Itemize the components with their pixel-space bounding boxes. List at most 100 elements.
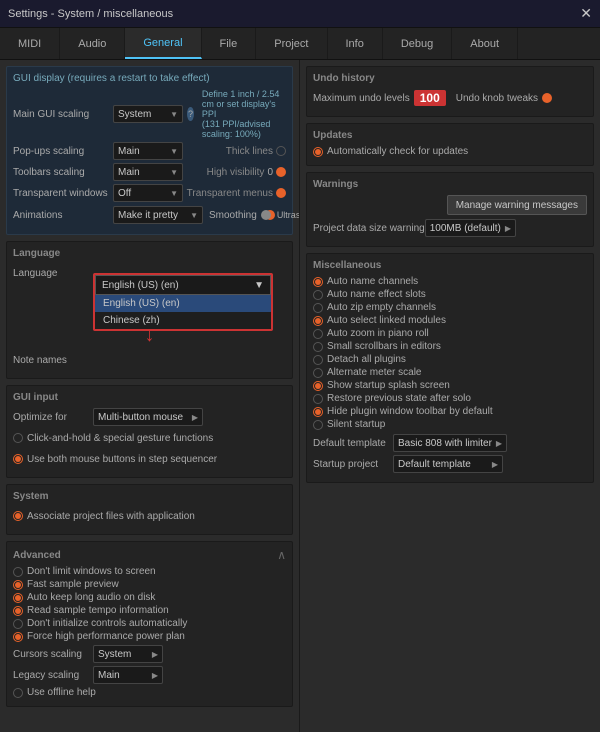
titlebar: Settings - System / miscellaneous ✕ [0,0,600,28]
optimize-dropdown[interactable]: Multi-button mouse▶ [93,408,203,426]
misc-label-11: Silent startup [327,419,385,430]
default-template-dropdown[interactable]: Basic 808 with limiter▶ [393,434,507,452]
associate-label: Associate project files with application [27,511,195,522]
language-selected[interactable]: English (US) (en) ▼ [95,275,271,295]
misc-item-4: Auto zoom in piano roll [313,328,587,339]
tab-general[interactable]: General [125,28,201,59]
step-seq-radio[interactable] [13,454,23,464]
misc-radio-3[interactable] [313,316,323,326]
startup-project-dropdown[interactable]: Default template▶ [393,455,503,473]
cursors-row: Cursors scaling System▶ [13,645,286,663]
advanced-radio-0[interactable] [13,567,23,577]
misc-radio-4[interactable] [313,329,323,339]
lang-option-chinese[interactable]: Chinese (zh) [95,312,271,329]
data-size-row: Project data size warning 100MB (default… [313,219,587,237]
associate-radio[interactable] [13,511,23,521]
misc-label-4: Auto zoom in piano roll [327,328,429,339]
language-dropdown-open[interactable]: English (US) (en) ▼ English (US) (en) Ch… [93,273,273,331]
note-names-row: Note names [13,351,286,369]
offline-help-radio[interactable] [13,688,23,698]
tab-file[interactable]: File [202,28,257,59]
transparent-windows-row: Transparent windows Off▼ Transparent men… [13,184,286,202]
advanced-title: Advanced [13,550,61,561]
optimize-label: Optimize for [13,412,93,423]
misc-radio-2[interactable] [313,303,323,313]
tab-info[interactable]: Info [328,28,383,59]
advanced-label-1: Fast sample preview [27,579,119,590]
advanced-radio-2[interactable] [13,593,23,603]
transparent-menus-label: Transparent menus [187,188,273,199]
advanced-item-0: Don't limit windows to screen [13,566,286,577]
auto-check-label: Automatically check for updates [327,146,468,157]
misc-item-7: Alternate meter scale [313,367,587,378]
note-names-label: Note names [13,355,93,366]
legacy-label: Legacy scaling [13,670,93,681]
misc-label-10: Hide plugin window toolbar by default [327,406,493,417]
misc-radio-1[interactable] [313,290,323,300]
advanced-item-5: Force high performance power plan [13,631,286,642]
misc-item-2: Auto zip empty channels [313,302,587,313]
advanced-section: Advanced ∧ Don't limit windows to screen… [6,541,293,707]
misc-radio-9[interactable] [313,394,323,404]
ppi-text: Define 1 inch / 2.54 cm or set display's… [202,89,286,139]
advanced-label-4: Don't initialize controls automatically [27,618,187,629]
advanced-label-3: Read sample tempo information [27,605,169,616]
tab-midi[interactable]: MIDI [0,28,60,59]
transparent-windows-dropdown[interactable]: Off▼ [113,184,183,202]
gesture-row: Click-and-hold & special gesture functio… [13,429,286,447]
popups-scaling-label: Pop-ups scaling [13,146,113,157]
misc-item-10: Hide plugin window toolbar by default [313,406,587,417]
max-levels-value[interactable]: 100 [414,90,446,106]
popups-scaling-dropdown[interactable]: Main▼ [113,142,183,160]
auto-check-radio[interactable] [313,147,323,157]
advanced-item-2: Auto keep long audio on disk [13,592,286,603]
toolbars-scaling-dropdown[interactable]: Main▼ [113,163,183,181]
tab-audio[interactable]: Audio [60,28,125,59]
advanced-radio-3[interactable] [13,606,23,616]
misc-label-7: Alternate meter scale [327,367,422,378]
right-panel: Undo history Maximum undo levels 100 Und… [300,60,600,732]
advanced-radio-5[interactable] [13,632,23,642]
misc-item-11: Silent startup [313,419,587,430]
help-button[interactable]: ? [187,107,194,121]
misc-radio-7[interactable] [313,368,323,378]
legacy-dropdown[interactable]: Main▶ [93,666,163,684]
close-button[interactable]: ✕ [580,5,592,22]
main-scaling-dropdown[interactable]: System▼ [113,105,183,123]
advanced-item-3: Read sample tempo information [13,605,286,616]
system-section: System Associate project files with appl… [6,484,293,535]
high-visibility-indicator [276,167,286,177]
animations-dropdown[interactable]: Make it pretty▼ [113,206,203,224]
auto-check-row: Automatically check for updates [313,146,587,157]
tab-debug[interactable]: Debug [383,28,452,59]
undo-row: Maximum undo levels 100 Undo knob tweaks [313,89,587,107]
high-visibility-label: High visibility [207,167,265,178]
misc-radio-5[interactable] [313,342,323,352]
gesture-radio[interactable] [13,433,23,443]
advanced-item-1: Fast sample preview [13,579,286,590]
misc-label-8: Show startup splash screen [327,380,450,391]
misc-label-6: Detach all plugins [327,354,406,365]
misc-item-1: Auto name effect slots [313,289,587,300]
language-section-title: Language [13,248,286,259]
data-size-dropdown[interactable]: 100MB (default)▶ [425,219,516,237]
misc-radio-11[interactable] [313,420,323,430]
misc-radio-10[interactable] [313,407,323,417]
transparent-menus-indicator [276,188,286,198]
misc-radio-0[interactable] [313,277,323,287]
misc-radio-6[interactable] [313,355,323,365]
misc-item-9: Restore previous state after solo [313,393,587,404]
associate-row: Associate project files with application [13,507,286,525]
cursors-dropdown[interactable]: System▶ [93,645,163,663]
advanced-radio-1[interactable] [13,580,23,590]
manage-warnings-button[interactable]: Manage warning messages [447,195,587,215]
advanced-radio-4[interactable] [13,619,23,629]
tab-about[interactable]: About [452,28,518,59]
advanced-collapse[interactable]: ∧ [277,548,286,562]
transparent-windows-label: Transparent windows [13,188,113,199]
default-template-label: Default template [313,438,393,449]
lang-option-english[interactable]: English (US) (en) [95,295,271,312]
system-title: System [13,491,286,502]
misc-radio-8[interactable] [313,381,323,391]
tab-project[interactable]: Project [256,28,327,59]
